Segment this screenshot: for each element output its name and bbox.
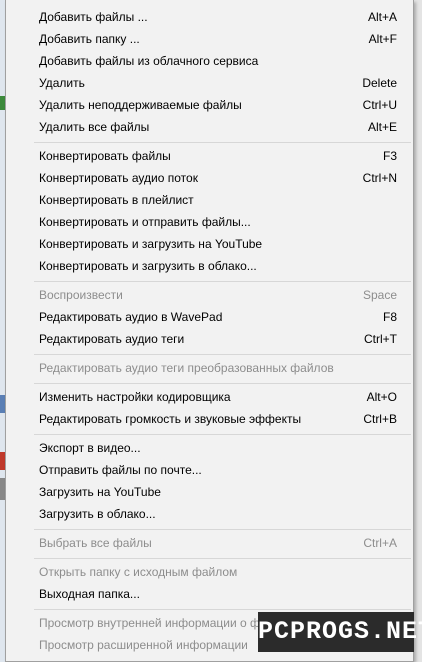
menu-item-convert-and-upload-youtube[interactable]: Конвертировать и загрузить на YouTube <box>6 233 413 255</box>
menu-item-select-all[interactable]: Выбрать все файлы Ctrl+A <box>6 532 413 554</box>
menu-separator <box>34 281 411 282</box>
menu-item-convert-files[interactable]: Конвертировать файлы F3 <box>6 145 413 167</box>
menu-item-convert-and-send[interactable]: Конвертировать и отправить файлы... <box>6 211 413 233</box>
menu-item-add-folder[interactable]: Добавить папку ... Alt+F <box>6 28 413 50</box>
menu-item-delete-unsupported[interactable]: Удалить неподдерживаемые файлы Ctrl+U <box>6 94 413 116</box>
menu-item-open-source-folder[interactable]: Открыть папку с исходным файлом <box>6 561 413 583</box>
menu-item-export-video[interactable]: Экспорт в видео... <box>6 437 413 459</box>
menu-separator <box>34 142 411 143</box>
menu-item-play[interactable]: Воспроизвести Space <box>6 284 413 306</box>
menu-item-edit-in-wavepad[interactable]: Редактировать аудио в WavePad F8 <box>6 306 413 328</box>
watermark-logo: PCPROGS.NET <box>258 612 422 652</box>
menu-item-upload-cloud[interactable]: Загрузить в облако... <box>6 503 413 525</box>
menu-separator <box>34 434 411 435</box>
menu-item-edit-audio-tags[interactable]: Редактировать аудио теги Ctrl+T <box>6 328 413 350</box>
menu-separator <box>34 558 411 559</box>
menu-item-email-files[interactable]: Отправить файлы по почте... <box>6 459 413 481</box>
menu-separator <box>34 383 411 384</box>
menu-item-add-files[interactable]: Добавить файлы ... Alt+A <box>6 6 413 28</box>
menu-item-upload-youtube[interactable]: Загрузить на YouTube <box>6 481 413 503</box>
background-window-right-edge <box>414 0 422 662</box>
menu-item-add-from-cloud[interactable]: Добавить файлы из облачного сервиса <box>6 50 413 72</box>
menu-item-delete[interactable]: Удалить Delete <box>6 72 413 94</box>
menu-item-edit-converted-tags[interactable]: Редактировать аудио теги преобразованных… <box>6 357 413 379</box>
menu-item-encoder-settings[interactable]: Изменить настройки кодировщика Alt+O <box>6 386 413 408</box>
menu-separator <box>34 354 411 355</box>
context-menu: Добавить файлы ... Alt+A Добавить папку … <box>5 0 414 662</box>
menu-separator <box>34 609 411 610</box>
menu-separator <box>34 529 411 530</box>
menu-item-convert-to-playlist[interactable]: Конвертировать в плейлист <box>6 189 413 211</box>
menu-item-convert-and-upload-cloud[interactable]: Конвертировать и загрузить в облако... <box>6 255 413 277</box>
menu-item-convert-audio-stream[interactable]: Конвертировать аудио поток Ctrl+N <box>6 167 413 189</box>
menu-item-delete-all[interactable]: Удалить все файлы Alt+E <box>6 116 413 138</box>
menu-item-volume-effects[interactable]: Редактировать громкость и звуковые эффек… <box>6 408 413 430</box>
screen: Добавить файлы ... Alt+A Добавить папку … <box>0 0 422 662</box>
menu-item-output-folder[interactable]: Выходная папка... <box>6 583 413 605</box>
